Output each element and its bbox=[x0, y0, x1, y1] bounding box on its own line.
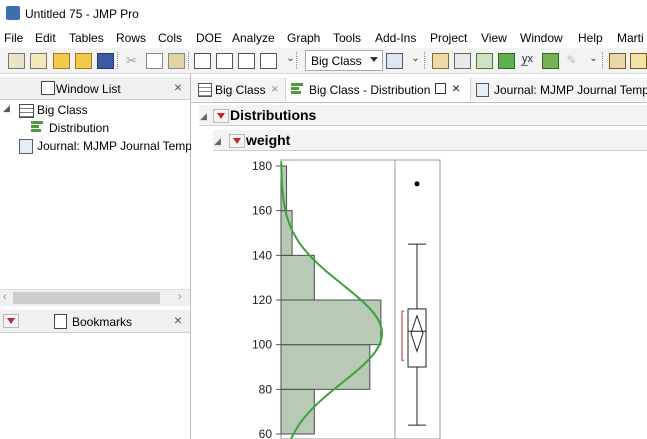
y-tick-label: 140 bbox=[252, 248, 272, 262]
histogram-bar bbox=[280, 344, 371, 390]
y-tick-label: 180 bbox=[252, 159, 272, 173]
histogram-bar bbox=[280, 254, 315, 301]
histogram-bar bbox=[280, 299, 382, 346]
outlier-point bbox=[414, 181, 420, 187]
y-tick-label: 100 bbox=[252, 338, 272, 352]
y-tick-label: 60 bbox=[259, 427, 273, 439]
y-tick-label: 160 bbox=[252, 204, 272, 218]
y-tick-label: 120 bbox=[252, 293, 272, 307]
y-tick-label: 80 bbox=[259, 382, 273, 396]
shortest-half-bracket bbox=[401, 310, 404, 361]
boxplot-box bbox=[407, 308, 427, 368]
distribution-chart: 60 80 100 120 140 160 180 bbox=[252, 159, 441, 439]
